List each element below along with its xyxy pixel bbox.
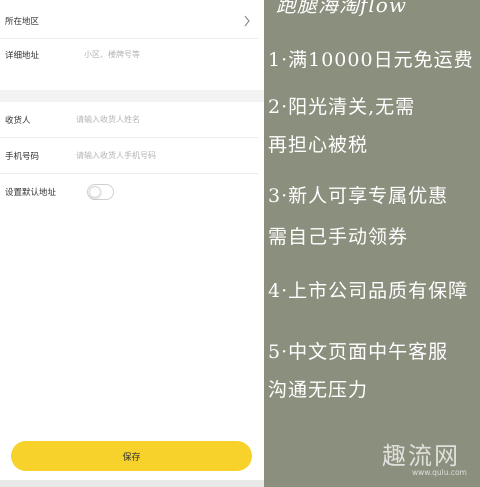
address-label: 详细地址 <box>5 51 40 61</box>
handwritten-note: 跑腿海淘flow 1·满10000日元免运费 2·阳光清关,无需 再担心被税 3… <box>264 0 480 487</box>
toggle-knob <box>89 186 101 198</box>
region-label: 所在地区 <box>5 16 40 27</box>
chevron-right-icon <box>244 15 250 27</box>
bottom-bar <box>0 480 264 487</box>
note-line: 再担心被税 <box>268 134 369 156</box>
default-address-label: 设置默认地址 <box>5 188 57 198</box>
note-line: 2·阳光清关,无需 <box>268 96 416 118</box>
receiver-label: 收货人 <box>5 115 31 126</box>
note-line: 3·新人可享专属优惠 <box>268 185 449 207</box>
phone-row[interactable]: 手机号码 请输入收货人手机号码 <box>0 138 258 174</box>
note-line: 沟通无压力 <box>268 379 369 401</box>
watermark-url: www.qulu.com <box>412 468 467 477</box>
default-address-toggle[interactable] <box>87 184 114 200</box>
phone-label: 手机号码 <box>5 151 40 162</box>
save-button[interactable]: 保存 <box>11 441 252 471</box>
receiver-input[interactable]: 请输入收货人姓名 <box>76 114 140 125</box>
note-title: 跑腿海淘flow <box>276 0 407 17</box>
receiver-row[interactable]: 收货人 请输入收货人姓名 <box>0 102 258 138</box>
region-row[interactable]: 所在地区 <box>0 3 258 39</box>
default-address-row: 设置默认地址 <box>0 174 258 210</box>
note-line: 1·满10000日元免运费 <box>268 49 474 71</box>
address-row[interactable]: 详细地址 小区、楼牌号等 <box>0 36 258 86</box>
address-form-screen: 所在地区 详细地址 小区、楼牌号等 收货人 请输入收货人姓名 手机号码 请输入收… <box>0 0 264 487</box>
note-line: 5·中文页面中午客服 <box>268 341 449 363</box>
note-line: 需自己手动领券 <box>268 226 409 248</box>
note-line: 4·上市公司品质有保障 <box>268 280 469 302</box>
phone-input[interactable]: 请输入收货人手机号码 <box>76 150 156 161</box>
watermark-logo: 趣流网 <box>382 442 460 470</box>
section-divider <box>0 90 264 102</box>
address-input[interactable]: 小区、楼牌号等 <box>84 49 140 60</box>
